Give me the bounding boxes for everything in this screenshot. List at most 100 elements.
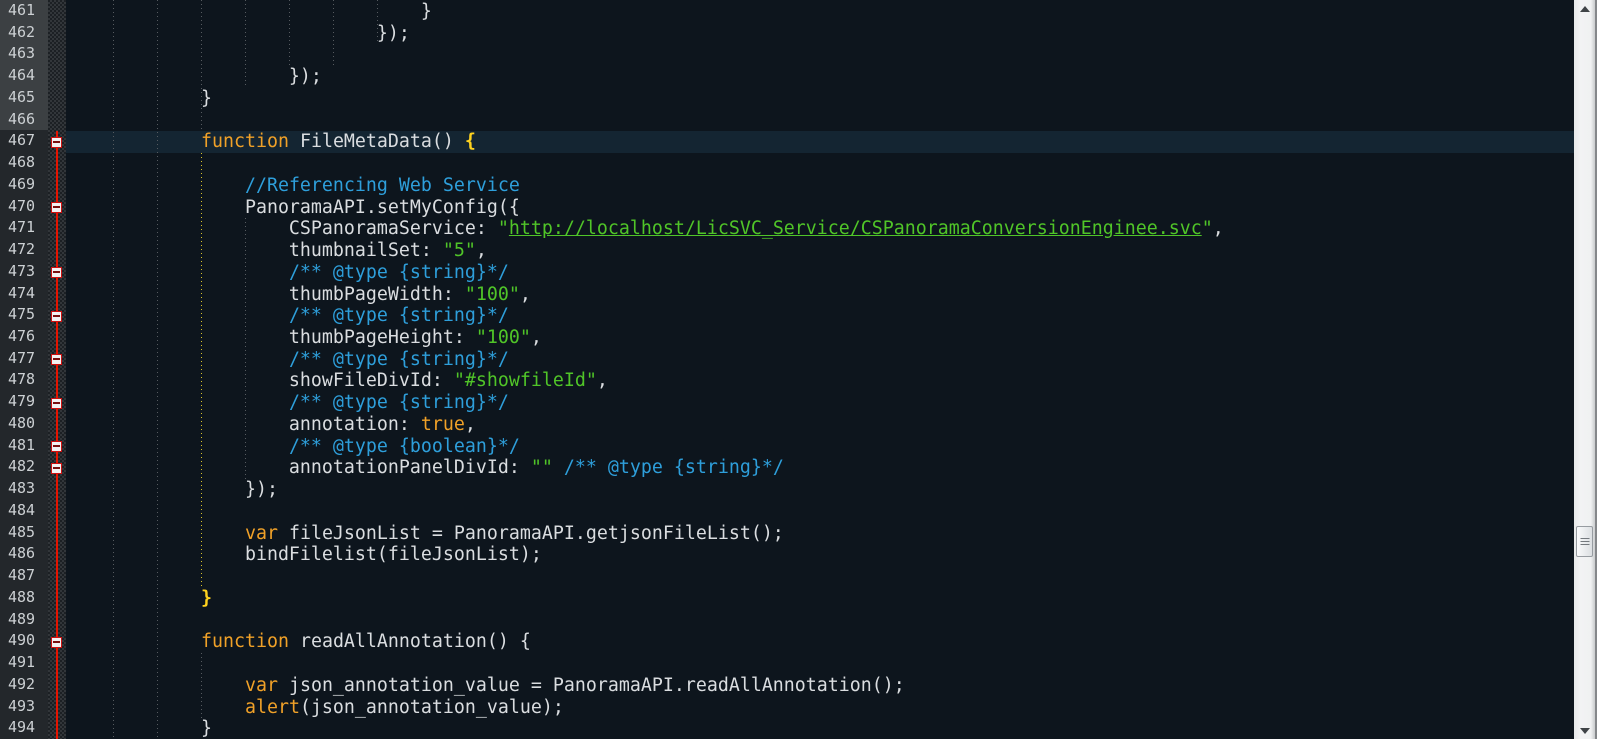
- code-token: thumbnailSet:: [69, 240, 443, 261]
- outline-collapse-marker[interactable]: [51, 311, 62, 322]
- code-token: json_annotation_value = PanoramaAPI.read…: [278, 675, 905, 696]
- line-number: 482: [0, 456, 48, 478]
- code-token: //Referencing Web Service: [245, 175, 520, 196]
- outline-collapse-marker[interactable]: [51, 398, 62, 409]
- line-number: 469: [0, 174, 48, 196]
- code-token: /** @type {string}*/: [289, 392, 509, 413]
- outline-collapse-marker[interactable]: [51, 354, 62, 365]
- line-number: 466: [0, 109, 48, 131]
- outline-collapse-marker[interactable]: [51, 637, 62, 648]
- line-number: 483: [0, 478, 48, 500]
- line-number: 490: [0, 630, 48, 652]
- code-token: var: [245, 523, 278, 544]
- code-token: });: [69, 23, 410, 44]
- scroll-down-button[interactable]: [1574, 722, 1595, 739]
- outline-collapse-marker[interactable]: [51, 463, 62, 474]
- line-number: 472: [0, 239, 48, 261]
- code-line: /** @type {string}*/: [66, 392, 1574, 414]
- code-token: annotation:: [69, 414, 421, 435]
- code-token: /** @type {string}*/: [289, 262, 509, 283]
- track-changes-bar: [56, 131, 58, 739]
- outline-collapse-marker[interactable]: [51, 202, 62, 213]
- code-line: }: [66, 718, 1574, 739]
- code-token: ,: [597, 370, 608, 391]
- line-number: 487: [0, 565, 48, 587]
- code-token: [69, 392, 289, 413]
- line-number: 476: [0, 326, 48, 348]
- line-number: 468: [0, 152, 48, 174]
- line-number: 480: [0, 413, 48, 435]
- code-line: [66, 566, 1574, 588]
- code-line: /** @type {string}*/: [66, 262, 1574, 284]
- code-token: [69, 131, 201, 152]
- code-line: CSPanoramaService: "http://localhost/Lic…: [66, 218, 1574, 240]
- line-number: 481: [0, 435, 48, 457]
- line-number: 486: [0, 543, 48, 565]
- line-number: 470: [0, 196, 48, 218]
- code-token: {: [465, 131, 476, 152]
- outline-collapse-marker[interactable]: [51, 267, 62, 278]
- code-line: function FileMetaData() {: [66, 131, 1574, 153]
- line-number: 474: [0, 283, 48, 305]
- code-token: bindFilelist(fileJsonList);: [69, 544, 542, 565]
- line-number: 479: [0, 391, 48, 413]
- code-line: PanoramaAPI.setMyConfig({: [66, 197, 1574, 219]
- code-token: function: [201, 631, 289, 652]
- code-token: fileJsonList = PanoramaAPI.getjsonFileLi…: [278, 523, 784, 544]
- line-number: 493: [0, 696, 48, 718]
- code-line: showFileDivId: "#showfileId",: [66, 370, 1574, 392]
- code-token: showFileDivId:: [69, 370, 454, 391]
- code-token: [69, 349, 289, 370]
- code-token: /** @type {boolean}*/: [289, 436, 520, 457]
- scrollbar-thumb[interactable]: [1576, 526, 1593, 557]
- code-token: [69, 588, 201, 609]
- line-number-gutter: 4614624634644654664674684694704714724734…: [0, 0, 48, 739]
- code-token: ,: [520, 284, 531, 305]
- code-area[interactable]: } }); }); } function FileMetaData() { //…: [66, 0, 1574, 739]
- code-token: }: [69, 88, 212, 109]
- line-number: 488: [0, 587, 48, 609]
- code-token: alert: [245, 697, 300, 718]
- line-number: 485: [0, 522, 48, 544]
- code-line: }: [66, 1, 1574, 23]
- triangle-up-icon: [1580, 6, 1590, 12]
- code-token: CSPanoramaService:: [69, 218, 498, 239]
- code-line: });: [66, 479, 1574, 501]
- code-token: }: [201, 588, 212, 609]
- code-token: function: [201, 131, 289, 152]
- line-number: 475: [0, 304, 48, 326]
- line-number: 494: [0, 717, 48, 739]
- line-number: 471: [0, 217, 48, 239]
- code-token: [69, 697, 245, 718]
- code-line: [66, 44, 1574, 66]
- code-editor: } }); }); } function FileMetaData() { //…: [0, 0, 1597, 739]
- line-number: 464: [0, 65, 48, 87]
- code-token: [69, 631, 201, 652]
- scrollbar-grip-icon: [1580, 538, 1589, 546]
- vertical-scrollbar[interactable]: [1574, 0, 1597, 739]
- code-token: "100": [465, 284, 520, 305]
- code-line: thumbnailSet: "5",: [66, 240, 1574, 262]
- outline-collapse-marker[interactable]: [51, 441, 62, 452]
- line-number: 462: [0, 22, 48, 44]
- code-line: annotation: true,: [66, 414, 1574, 436]
- code-token: true: [421, 414, 465, 435]
- code-token: "": [531, 457, 553, 478]
- code-token: ,: [531, 327, 542, 348]
- code-line: thumbPageHeight: "100",: [66, 327, 1574, 349]
- code-token: [69, 675, 245, 696]
- code-line: thumbPageWidth: "100",: [66, 284, 1574, 306]
- code-token: [69, 436, 289, 457]
- outline-collapse-marker[interactable]: [51, 137, 62, 148]
- code-token: });: [69, 66, 322, 87]
- scroll-up-button[interactable]: [1574, 0, 1595, 17]
- code-line: [66, 110, 1574, 132]
- code-token: [69, 523, 245, 544]
- code-line: //Referencing Web Service: [66, 175, 1574, 197]
- code-token: "5": [443, 240, 476, 261]
- code-line: }: [66, 588, 1574, 610]
- code-token: }: [69, 718, 212, 739]
- code-token: http://localhost/LicSVC_Service/CSPanora…: [509, 218, 1202, 239]
- line-number: 467: [0, 130, 48, 152]
- code-line: bindFilelist(fileJsonList);: [66, 544, 1574, 566]
